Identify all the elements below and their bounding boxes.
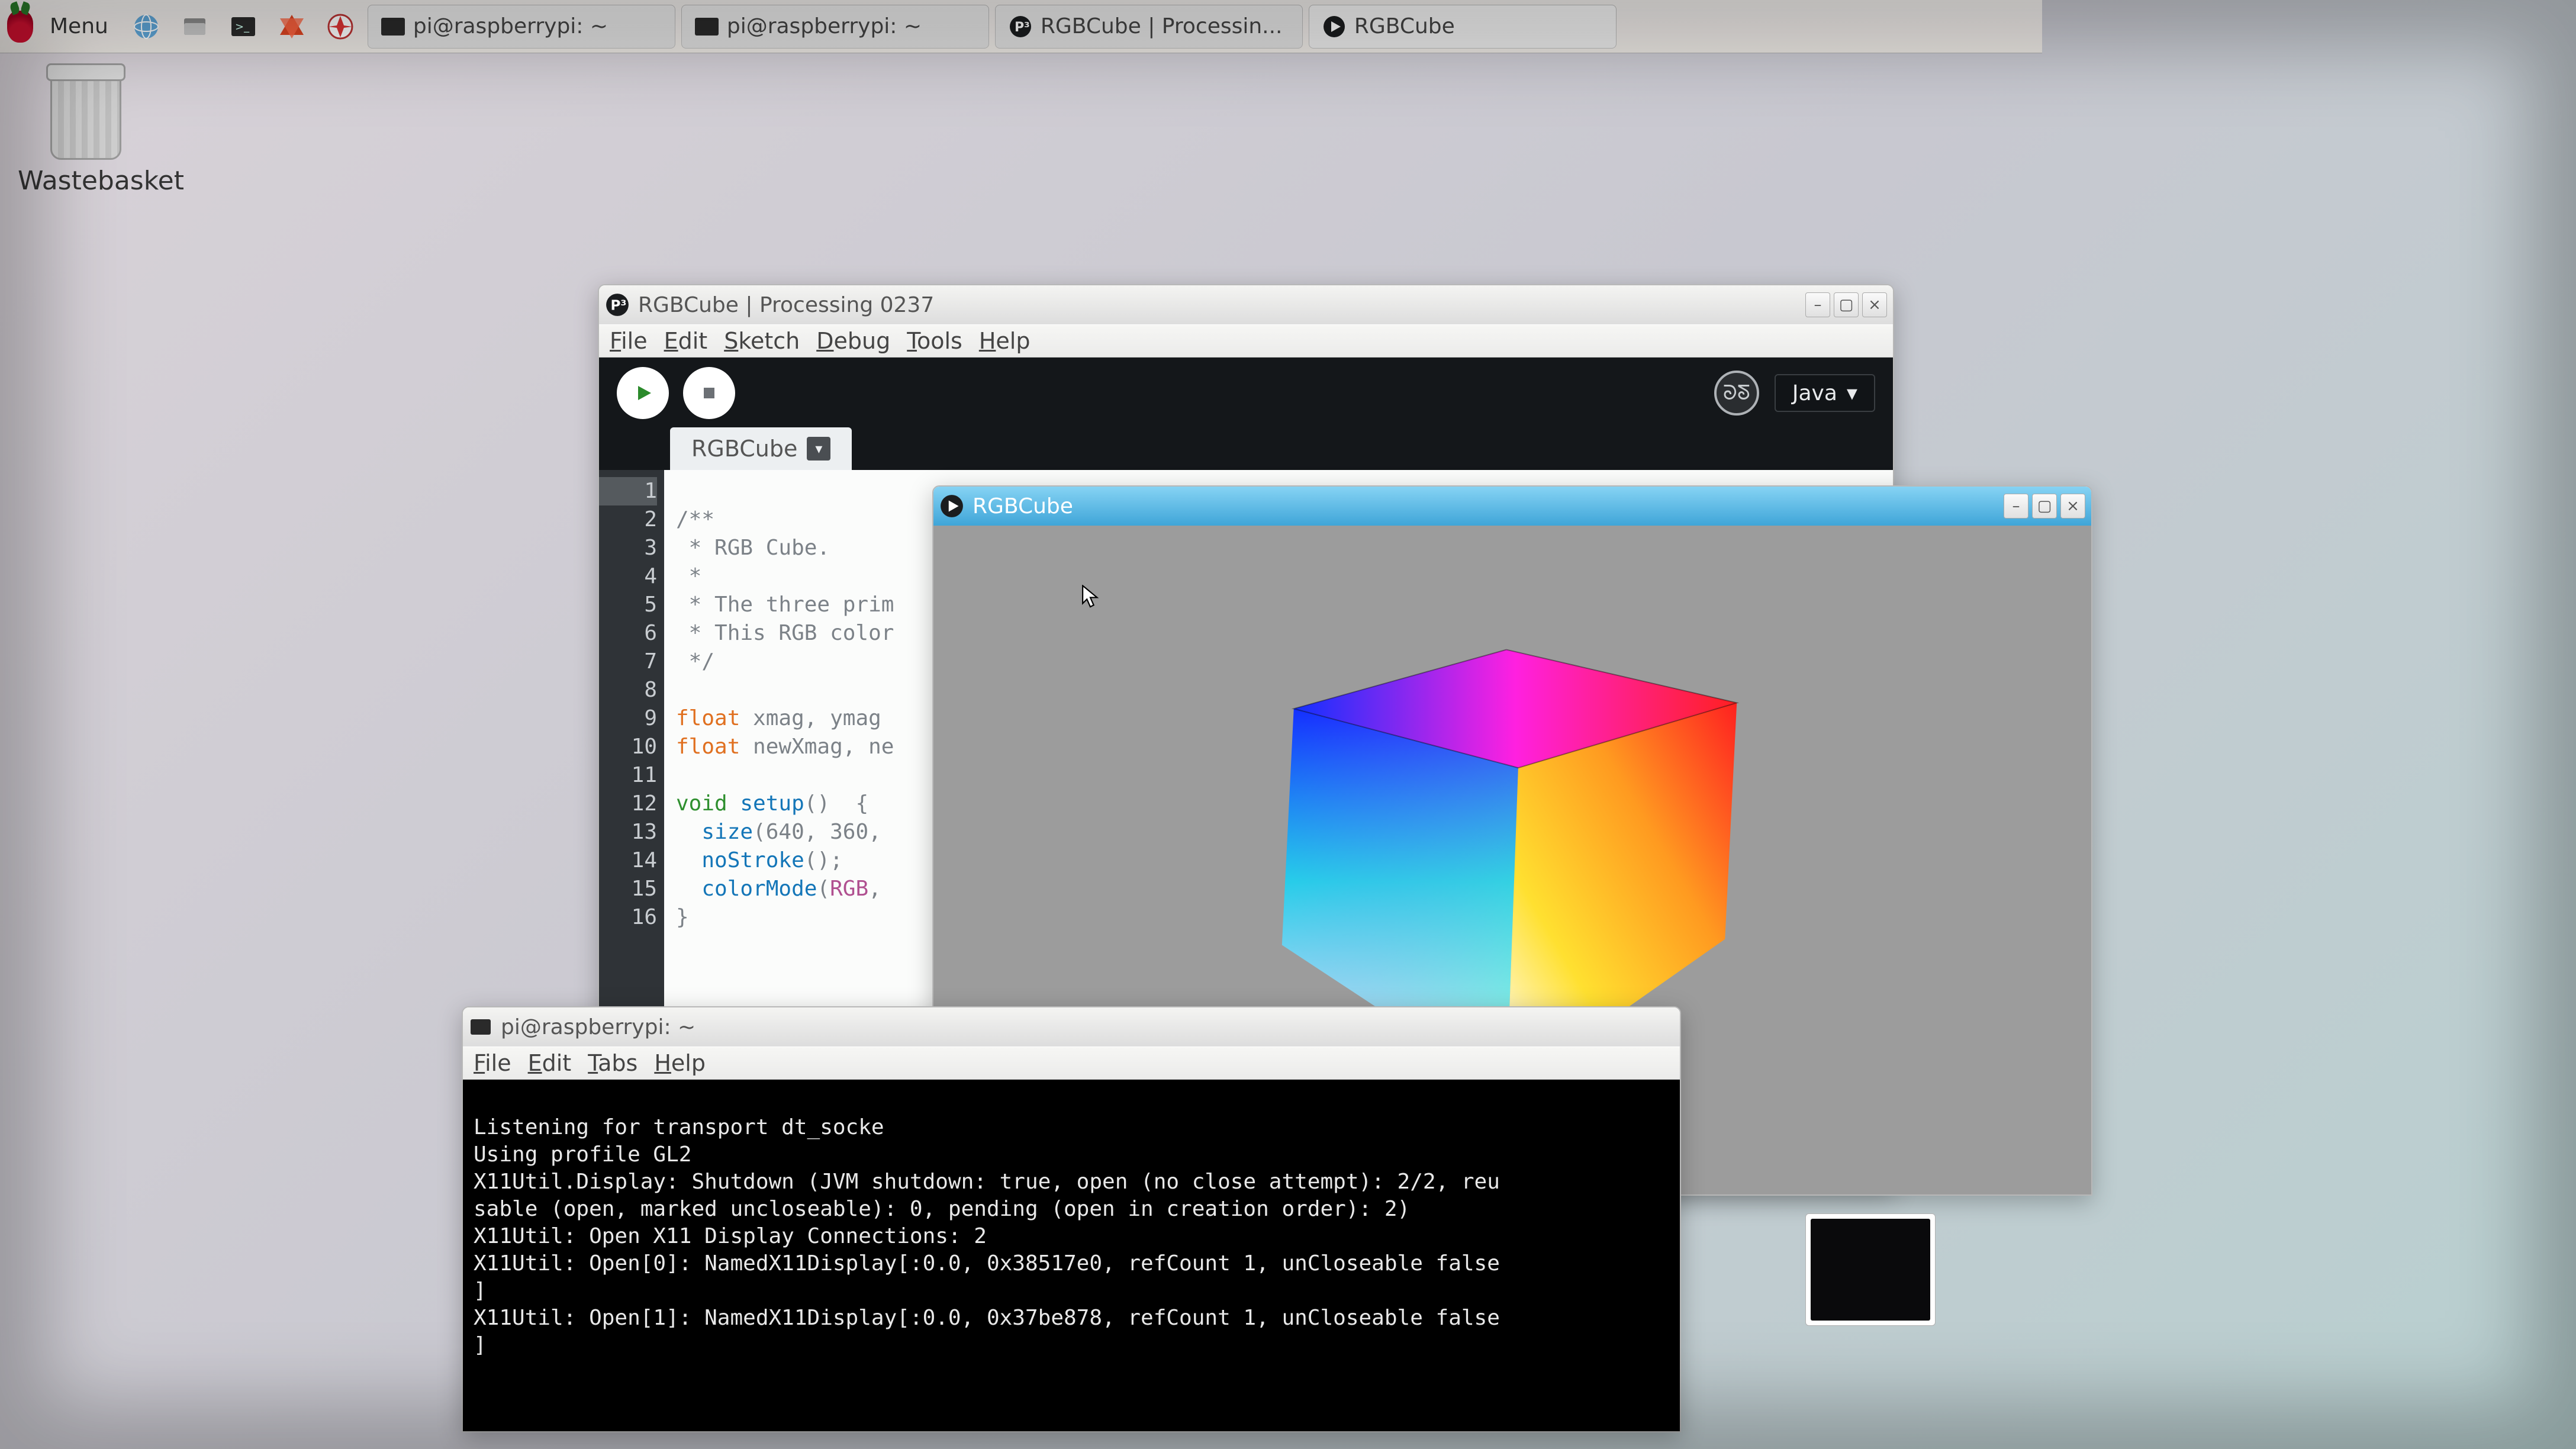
menu-help[interactable]: Help <box>979 328 1031 354</box>
terminal-icon <box>695 15 719 38</box>
taskbar-entry-label: RGBCube | Processin... <box>1041 14 1283 38</box>
taskbar-entry-rgbcube[interactable]: RGBCube <box>1309 5 1617 49</box>
taskbar: Menu >_ pi@raspberrypi: ~ pi@raspberrypi… <box>0 0 2042 53</box>
play-icon <box>1322 15 1346 38</box>
terminal-launcher-icon[interactable]: >_ <box>222 9 265 44</box>
titlebar[interactable]: P³ RGBCube | Processing 0237 – ▢ × <box>599 285 1893 324</box>
taskbar-entry-terminal-1[interactable]: pi@raspberrypi: ~ <box>368 5 675 49</box>
window-title: RGBCube | Processing 0237 <box>638 293 934 317</box>
minimize-button[interactable]: – <box>2004 494 2028 519</box>
menubar: File Edit Tabs Help <box>463 1046 1680 1080</box>
thumbnail-image <box>1811 1219 1930 1321</box>
menu-edit[interactable]: Edit <box>664 328 708 354</box>
processing-icon: P³ <box>1009 15 1032 38</box>
menu-help[interactable]: Help <box>654 1050 706 1076</box>
titlebar[interactable]: pi@raspberrypi: ~ <box>463 1007 1680 1046</box>
taskbar-entry-processing[interactable]: P³ RGBCube | Processin... <box>995 5 1303 49</box>
svg-text:P³: P³ <box>610 298 626 313</box>
svg-text:>_: >_ <box>235 21 250 33</box>
chevron-down-icon: ▾ <box>1847 381 1857 405</box>
wolfram-launcher-icon[interactable] <box>319 9 362 44</box>
stop-icon <box>697 381 721 405</box>
trash-icon <box>50 77 121 160</box>
window-title: pi@raspberrypi: ~ <box>501 1015 695 1039</box>
menu-sketch[interactable]: Sketch <box>724 328 800 354</box>
mode-label: Java <box>1792 381 1837 405</box>
mathematica-launcher-icon[interactable] <box>271 9 313 44</box>
maximize-button[interactable]: ▢ <box>2032 494 2057 519</box>
ide-toolbar: ᘐᘕ Java ▾ <box>599 358 1893 429</box>
desktop-icon-label: Wastebasket <box>18 166 154 196</box>
menu-edit[interactable]: Edit <box>528 1050 572 1076</box>
ide-tab-rgbcube[interactable]: RGBCube ▾ <box>670 427 852 470</box>
terminal-output[interactable]: Listening for transport dt_socke Using p… <box>463 1080 1680 1431</box>
window-title: RGBCube <box>973 494 1073 519</box>
tab-label: RGBCube <box>691 436 797 462</box>
web-browser-launcher-icon[interactable] <box>125 9 168 44</box>
menu-tabs[interactable]: Tabs <box>588 1050 637 1076</box>
close-button[interactable]: × <box>1862 292 1887 317</box>
menu-file[interactable]: File <box>610 328 648 354</box>
menubar: File Edit Sketch Debug Tools Help <box>599 324 1893 358</box>
terminal-icon <box>381 15 405 38</box>
svg-text:P³: P³ <box>1015 20 1030 35</box>
terminal-icon <box>469 1015 492 1039</box>
menu-tools[interactable]: Tools <box>907 328 962 354</box>
file-manager-launcher-icon[interactable] <box>173 9 216 44</box>
processing-icon: P³ <box>605 292 630 317</box>
ide-tabs: RGBCube ▾ <box>599 429 1893 470</box>
butterfly-icon: ᘐᘕ <box>1723 381 1750 405</box>
thumbnail-card[interactable] <box>1805 1213 1936 1326</box>
maximize-button[interactable]: ▢ <box>1834 292 1859 317</box>
raspberry-pi-logo-icon[interactable] <box>7 11 33 43</box>
taskbar-entry-label: pi@raspberrypi: ~ <box>413 14 608 38</box>
play-icon <box>939 494 964 519</box>
taskbar-entry-terminal-2[interactable]: pi@raspberrypi: ~ <box>681 5 989 49</box>
desktop-icon-wastebasket[interactable]: Wastebasket <box>18 77 154 196</box>
menu-button[interactable]: Menu <box>39 11 119 42</box>
run-button[interactable] <box>617 367 669 419</box>
titlebar[interactable]: RGBCube – ▢ × <box>933 487 2091 526</box>
mouse-cursor-icon <box>1081 585 1099 608</box>
taskbar-entry-label: pi@raspberrypi: ~ <box>727 14 922 38</box>
play-icon <box>631 381 655 405</box>
mode-selector[interactable]: Java ▾ <box>1775 374 1875 412</box>
window-terminal: pi@raspberrypi: ~ File Edit Tabs Help Li… <box>462 1006 1681 1432</box>
tab-dropdown-button[interactable]: ▾ <box>807 437 830 461</box>
stop-button[interactable] <box>683 367 735 419</box>
menu-file[interactable]: File <box>474 1050 511 1076</box>
menu-debug[interactable]: Debug <box>816 328 890 354</box>
close-button[interactable]: × <box>2060 494 2085 519</box>
debug-toggle-button[interactable]: ᘐᘕ <box>1714 371 1759 416</box>
taskbar-entry-label: RGBCube <box>1354 14 1455 38</box>
minimize-button[interactable]: – <box>1805 292 1830 317</box>
